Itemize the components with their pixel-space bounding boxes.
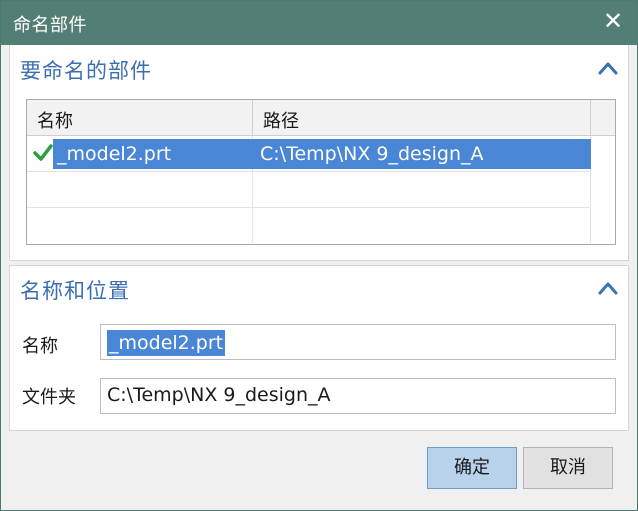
empty-cell	[27, 172, 253, 207]
column-header-name[interactable]: 名称	[27, 100, 253, 135]
close-icon[interactable]: ✕	[599, 7, 627, 35]
name-parts-dialog: 命名部件 ✕ 要命名的部件 名称 路径 _model2.prt C:\Temp\…	[0, 0, 638, 511]
empty-cell	[253, 172, 591, 207]
column-header-spacer	[591, 100, 615, 135]
empty-cell	[253, 208, 591, 243]
title-bar[interactable]: 命名部件 ✕	[1, 1, 637, 45]
ok-button[interactable]: 确定	[427, 447, 517, 489]
table-row-empty	[27, 172, 591, 208]
column-header-path[interactable]: 路径	[253, 100, 591, 135]
checkmark-icon	[33, 143, 53, 163]
name-label: 名称	[22, 336, 58, 357]
chevron-up-icon[interactable]	[596, 57, 620, 81]
chevron-up-icon[interactable]	[596, 277, 620, 301]
cancel-button[interactable]: 取消	[523, 447, 613, 489]
table-header: 名称 路径	[27, 100, 615, 136]
parts-to-name-section: 要命名的部件 名称 路径 _model2.prt C:\Temp\NX 9_de…	[9, 45, 629, 261]
name-field[interactable]: _model2.prt	[100, 324, 616, 360]
part-name: _model2.prt	[53, 139, 253, 169]
section-title-name-location: 名称和位置	[20, 279, 130, 303]
empty-cell	[27, 208, 253, 243]
table-row[interactable]: _model2.prt C:\Temp\NX 9_design_A	[27, 136, 591, 172]
folder-label: 文件夹	[22, 387, 76, 408]
section-title-parts: 要命名的部件	[20, 59, 152, 83]
folder-field[interactable]: C:\Temp\NX 9_design_A	[100, 378, 616, 414]
dialog-title: 命名部件	[13, 15, 87, 36]
parts-table: 名称 路径 _model2.prt C:\Temp\NX 9_design_A	[26, 99, 616, 245]
part-path: C:\Temp\NX 9_design_A	[253, 139, 591, 169]
table-row-empty	[27, 208, 591, 244]
table-cell-name[interactable]: _model2.prt	[27, 136, 253, 171]
name-and-location-section: 名称和位置 名称 _model2.prt 文件夹 C:\Temp\NX 9_de…	[9, 265, 629, 431]
table-cell-path[interactable]: C:\Temp\NX 9_design_A	[253, 136, 591, 171]
name-field-value: _model2.prt	[107, 330, 226, 356]
